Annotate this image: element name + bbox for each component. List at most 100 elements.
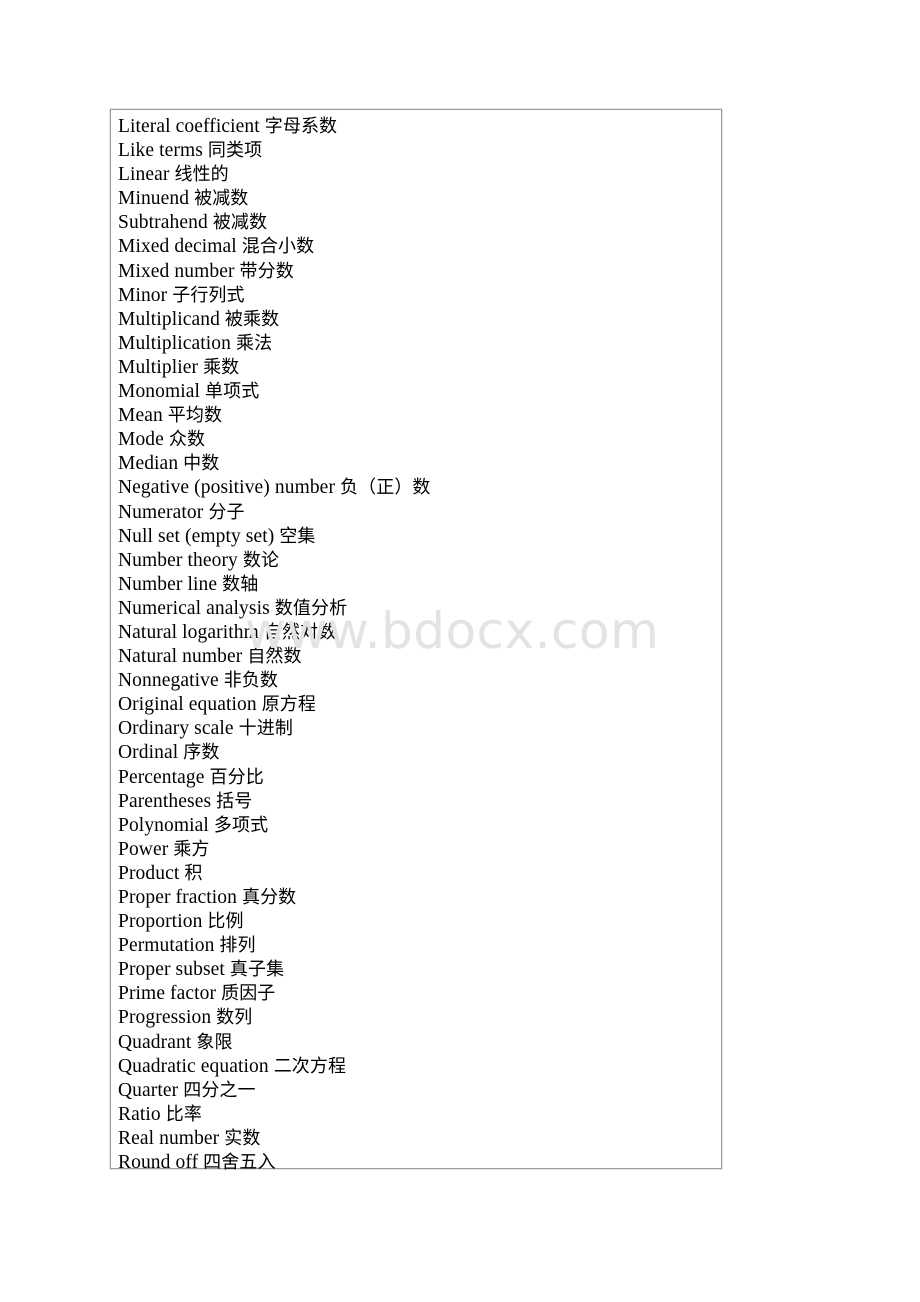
- term-chinese: 序数: [183, 742, 220, 764]
- glossary-row: Parentheses 括号: [111, 790, 721, 814]
- glossary-list: Literal coefficient 字母系数 Like terms 同类项 Li…: [111, 110, 721, 1175]
- glossary-row: Polynomial 多项式: [111, 814, 721, 838]
- term-chinese: 真子集: [229, 959, 285, 981]
- glossary-row: Like terms 同类项: [111, 139, 721, 163]
- term-chinese: 中数: [183, 453, 220, 475]
- term-chinese: 数列: [216, 1007, 253, 1029]
- term-chinese: 质因子: [221, 983, 276, 1005]
- term-english: Progression: [118, 1007, 212, 1029]
- term-english: Mode: [118, 429, 164, 451]
- glossary-row: Round off 四舍五入: [111, 1151, 721, 1175]
- glossary-row: Median 中数: [111, 452, 721, 476]
- term-english: Linear: [118, 164, 170, 186]
- term-chinese: 数轴: [222, 573, 259, 595]
- term-english: Ordinary scale: [118, 718, 234, 740]
- glossary-row: Mixed number 带分数: [111, 260, 721, 284]
- term-chinese: 数论: [242, 549, 280, 571]
- glossary-row: Progression 数列: [111, 1006, 721, 1030]
- term-chinese: 被减数: [212, 212, 268, 234]
- glossary-row: Multiplication 乘法: [111, 332, 721, 356]
- term-chinese: 平均数: [167, 405, 223, 427]
- term-english: Ratio: [118, 1103, 161, 1125]
- term-english: Round off: [118, 1152, 199, 1174]
- term-english: Power: [118, 838, 169, 860]
- term-english: Prime factor: [118, 983, 217, 1005]
- glossary-table: Literal coefficient 字母系数 Like terms 同类项 Li…: [110, 109, 722, 1173]
- term-english: Minuend: [118, 188, 190, 210]
- term-chinese: 实数: [224, 1127, 261, 1149]
- term-chinese: 单项式: [205, 381, 260, 403]
- term-chinese: 四舍五入: [203, 1152, 276, 1174]
- glossary-row: Proper subset 真子集: [111, 958, 721, 982]
- glossary-row: Natural logarithm 自然对数: [111, 621, 721, 645]
- glossary-row: Negative (positive) number 负（正）数: [111, 476, 721, 500]
- term-chinese: 负（正）数: [340, 477, 431, 499]
- term-english: Minor: [118, 284, 168, 306]
- term-chinese: 百分比: [209, 766, 264, 788]
- glossary-row: Quarter 四分之一: [111, 1079, 721, 1103]
- term-english: Null set (empty set): [118, 525, 275, 547]
- glossary-row: Mean 平均数: [111, 404, 721, 428]
- term-chinese: 众数: [168, 429, 206, 451]
- glossary-row: Minuend 被减数: [111, 187, 721, 211]
- glossary-row: Ordinary scale 十进制: [111, 717, 721, 741]
- term-english: Mixed decimal: [118, 236, 237, 258]
- term-chinese: 自然对数: [263, 621, 337, 643]
- glossary-row: Permutation 排列: [111, 934, 721, 958]
- glossary-row: Mode 众数: [111, 428, 721, 452]
- term-english: Mixed number: [118, 260, 235, 282]
- term-chinese: 象限: [196, 1031, 233, 1053]
- glossary-row: Original equation 原方程: [111, 693, 721, 717]
- glossary-row: Number line 数轴: [111, 573, 721, 597]
- term-english: Literal coefficient: [118, 116, 260, 137]
- term-english: Number theory: [118, 549, 238, 571]
- glossary-row: Quadrant 象限: [111, 1031, 721, 1055]
- term-english: Proper subset: [118, 959, 225, 981]
- term-english: Multiplicand: [118, 308, 220, 330]
- glossary-row: Ordinal 序数: [111, 741, 721, 765]
- term-english: Parentheses: [118, 790, 212, 812]
- glossary-row: Percentage 百分比: [111, 766, 721, 790]
- term-english: Quarter: [118, 1079, 179, 1101]
- glossary-row: Numerator 分子: [111, 501, 721, 525]
- term-english: Permutation: [118, 935, 215, 957]
- term-chinese: 多项式: [213, 814, 269, 836]
- term-chinese: 二次方程: [273, 1055, 347, 1077]
- term-english: Negative (positive) number: [118, 477, 336, 499]
- glossary-row: Power 乘方: [111, 838, 721, 862]
- term-english: Percentage: [118, 766, 205, 788]
- term-english: Numerator: [118, 501, 204, 523]
- glossary-row: Proper fraction 真分数: [111, 886, 721, 910]
- term-chinese: 数值分析: [274, 597, 348, 619]
- glossary-row: Product 积: [111, 862, 721, 886]
- term-english: Natural logarithm: [118, 621, 259, 643]
- term-english: Original equation: [118, 694, 257, 716]
- term-english: Nonnegative: [118, 670, 219, 692]
- glossary-row: Null set (empty set) 空集: [111, 525, 721, 549]
- term-chinese: 乘法: [235, 332, 273, 354]
- glossary-row: Nonnegative 非负数: [111, 669, 721, 693]
- term-english: Proper fraction: [118, 887, 237, 908]
- term-chinese: 非负数: [223, 670, 279, 692]
- term-english: Polynomial: [118, 814, 209, 836]
- term-english: Product: [118, 862, 180, 884]
- term-english: Real number: [118, 1127, 220, 1149]
- term-chinese: 同类项: [207, 140, 263, 162]
- term-english: Natural number: [118, 646, 243, 668]
- document-page: Literal coefficient 字母系数 Like terms 同类项 Li…: [0, 0, 920, 1302]
- glossary-row: Numerical analysis 数值分析: [111, 597, 721, 621]
- term-english: Quadrant: [118, 1031, 192, 1053]
- glossary-row: Minor 子行列式: [111, 284, 721, 308]
- term-english: Numerical analysis: [118, 597, 270, 619]
- term-chinese: 四分之一: [183, 1079, 256, 1101]
- term-english: Proportion: [118, 911, 203, 933]
- glossary-row: Proportion 比例: [111, 910, 721, 934]
- term-chinese: 比例: [207, 911, 244, 933]
- glossary-row: Monomial 单项式: [111, 380, 721, 404]
- glossary-row: Multiplicand 被乘数: [111, 308, 721, 332]
- term-chinese: 十进制: [238, 718, 293, 740]
- glossary-row: Multiplier 乘数: [111, 356, 721, 380]
- term-chinese: 被乘数: [224, 308, 280, 330]
- glossary-row: Mixed decimal 混合小数: [111, 235, 721, 259]
- term-chinese: 字母系数: [264, 116, 338, 137]
